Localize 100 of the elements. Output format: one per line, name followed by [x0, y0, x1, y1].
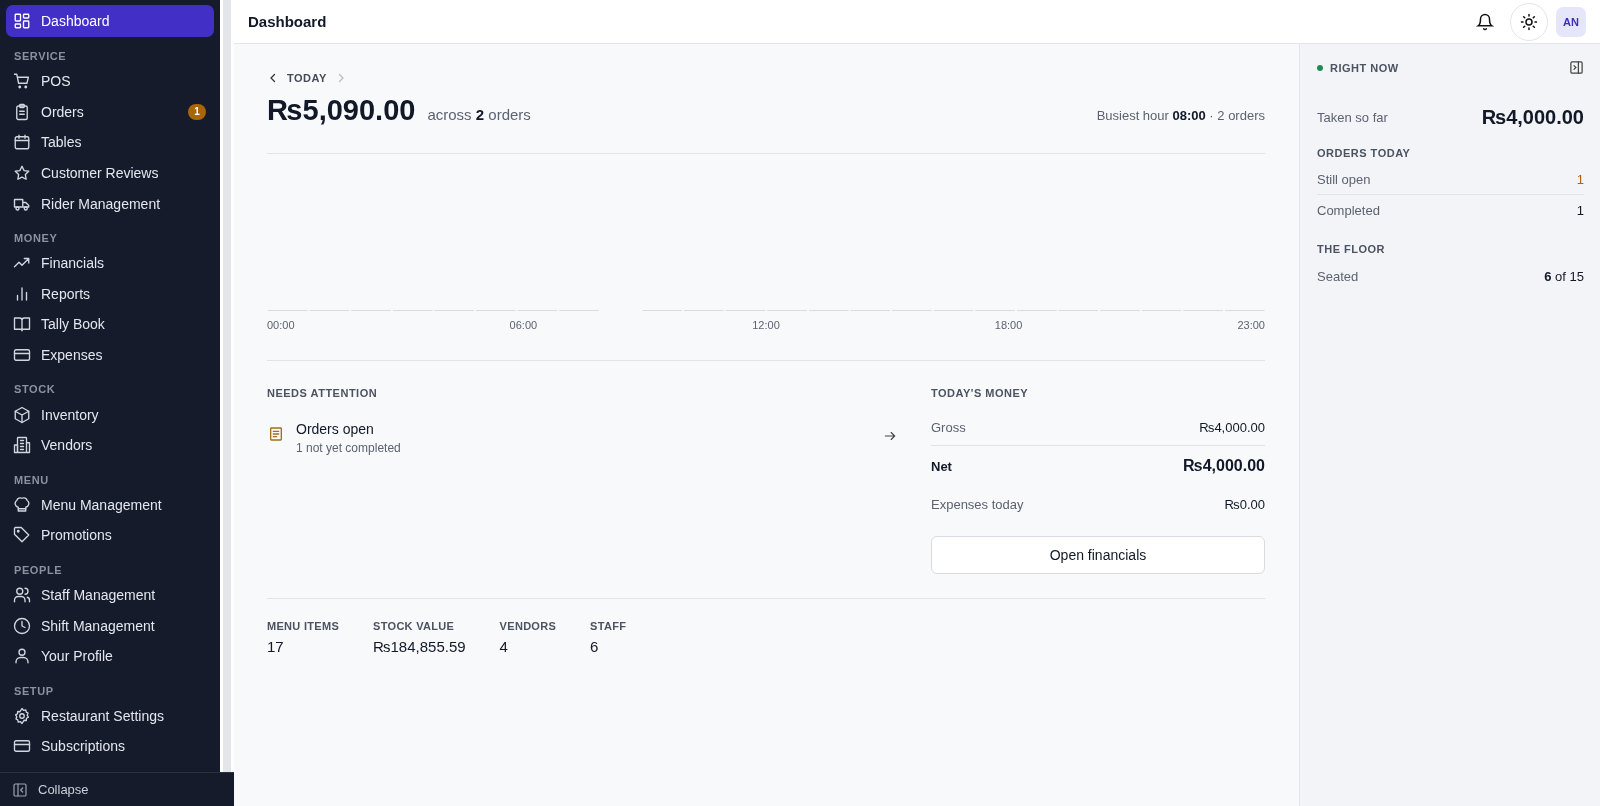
- metric-label: Still open: [1317, 172, 1371, 187]
- chef-hat-icon: [13, 495, 31, 514]
- nav-label: Expenses: [41, 347, 104, 364]
- nav-item[interactable]: Dashboard: [6, 5, 214, 37]
- nav-label: Restaurant Settings: [41, 707, 165, 724]
- period-label: TODAY: [287, 72, 327, 84]
- money-value: ₨4,000.00: [1183, 457, 1265, 475]
- money-value: ₨4,000.00: [1199, 420, 1265, 435]
- tag-icon: [13, 526, 31, 545]
- arrow-right-icon[interactable]: [883, 429, 897, 443]
- sun-icon[interactable]: [1510, 2, 1548, 41]
- section-heading: THE FLOOR: [1317, 243, 1387, 255]
- orders-summary: across 2 orders: [427, 106, 532, 123]
- building-icon: [13, 436, 31, 455]
- total-amount: ₨5,090.00: [267, 94, 416, 127]
- nav-label: Rider Management: [41, 195, 162, 212]
- nav-item[interactable]: Financials: [6, 247, 214, 279]
- section-heading: SETUP: [13, 683, 55, 699]
- nav-label: Menu Management: [41, 496, 163, 513]
- user-icon: [13, 647, 31, 666]
- stat-value: 4: [499, 638, 509, 655]
- section-heading: TODAY'S MONEY: [931, 387, 1030, 399]
- nav-item[interactable]: Expenses: [6, 339, 214, 371]
- nav-item[interactable]: Tables: [6, 127, 214, 158]
- nav-item[interactable]: Promotions: [6, 520, 214, 551]
- nav-label: Vendors: [41, 437, 94, 454]
- nav-item[interactable]: Subscriptions: [6, 731, 214, 762]
- section-heading: ORDERS TODAY: [1317, 147, 1412, 159]
- stat-label: MENU ITEMS: [267, 620, 340, 632]
- nav-label: Your Profile: [41, 648, 114, 665]
- user-avatar[interactable]: AN: [1556, 6, 1586, 37]
- section-heading: PEOPLE: [13, 562, 64, 578]
- section-heading: SERVICE: [13, 49, 68, 64]
- alert-title: Orders open: [296, 421, 375, 437]
- stat-label: VENDORS: [499, 620, 557, 632]
- metric-value: ₨4,000.00: [1481, 106, 1584, 129]
- nav-item[interactable]: POS: [6, 66, 214, 97]
- nav-item[interactable]: Inventory: [6, 399, 214, 430]
- nav-item[interactable]: Orders 1: [6, 96, 214, 128]
- nav-item[interactable]: Rider Management: [6, 188, 214, 219]
- stat-label: STAFF: [590, 620, 627, 632]
- stat-label: STOCK VALUE: [373, 620, 456, 632]
- book-icon: [13, 315, 31, 334]
- nav-item[interactable]: Your Profile: [6, 640, 214, 672]
- clipboard-icon: [13, 102, 31, 121]
- calendar-icon: [13, 133, 31, 152]
- stat-value: ₨184,855.59: [373, 638, 466, 655]
- metric-value: 1: [1576, 202, 1584, 218]
- nav-item[interactable]: Customer Reviews: [6, 157, 214, 189]
- axis-label: 06:00: [509, 319, 538, 332]
- panel-toggle-icon[interactable]: [1569, 60, 1584, 75]
- nav-item[interactable]: Staff Management: [6, 579, 214, 611]
- count-badge: 1: [188, 103, 206, 120]
- document-icon: [268, 426, 284, 442]
- grid-icon: [13, 12, 31, 30]
- axis-label: 23:00: [1237, 319, 1265, 332]
- nav-label: Staff Management: [41, 587, 157, 603]
- nav-label: Reports: [41, 285, 92, 302]
- money-label: Gross: [931, 420, 966, 435]
- metric-label: Taken so far: [1317, 110, 1388, 125]
- panel-title: RIGHT NOW: [1330, 61, 1400, 74]
- nav-item[interactable]: Reports: [6, 278, 214, 310]
- section-heading: MENU: [13, 472, 50, 488]
- nav-item[interactable]: Restaurant Settings: [6, 700, 214, 732]
- section-heading: NEEDS ATTENTION: [267, 387, 379, 399]
- money-label: Expenses today: [931, 496, 1024, 512]
- collapse-icon: [12, 781, 28, 798]
- nav-label: Financials: [41, 255, 106, 272]
- metric-label: Completed: [1317, 202, 1380, 218]
- axis-label: 00:00: [267, 319, 295, 332]
- users-icon: [13, 586, 31, 604]
- nav-item[interactable]: Menu Management: [6, 489, 214, 521]
- stat-value: 6: [590, 638, 600, 655]
- axis-label: 12:00: [752, 319, 780, 332]
- nav-label: Inventory: [41, 406, 100, 423]
- alert-subtitle: 1 not yet completed: [296, 441, 402, 455]
- nav-label: Shift Management: [41, 617, 156, 634]
- stat-value: 17: [267, 638, 285, 655]
- star-icon: [13, 164, 31, 183]
- nav-item[interactable]: Shift Management: [6, 610, 214, 641]
- open-financials-button[interactable]: Open financials: [931, 536, 1265, 574]
- nav-item[interactable]: Vendors: [6, 429, 214, 461]
- metric-value: 6 of 15: [1544, 268, 1584, 284]
- axis-label: 18:00: [994, 319, 1023, 332]
- package-icon: [13, 405, 31, 424]
- nav-label: Tables: [41, 134, 83, 151]
- clock-icon: [13, 616, 31, 635]
- nav-label: Customer Reviews: [41, 165, 160, 182]
- nav-label: Orders: [41, 103, 85, 120]
- nav-label: Subscriptions: [41, 738, 127, 755]
- money-label: Net: [931, 458, 952, 474]
- metric-value: 1: [1576, 172, 1584, 187]
- nav-label: POS: [41, 73, 72, 90]
- status-dot: [1317, 64, 1323, 71]
- nav-label: Dashboard: [41, 13, 111, 29]
- metric-label: Seated: [1317, 268, 1359, 284]
- scrollbar[interactable]: [220, 0, 234, 772]
- money-value: ₨0.00: [1224, 496, 1265, 512]
- nav-item[interactable]: Tally Book: [6, 309, 214, 340]
- page-title: Dashboard: [248, 13, 328, 30]
